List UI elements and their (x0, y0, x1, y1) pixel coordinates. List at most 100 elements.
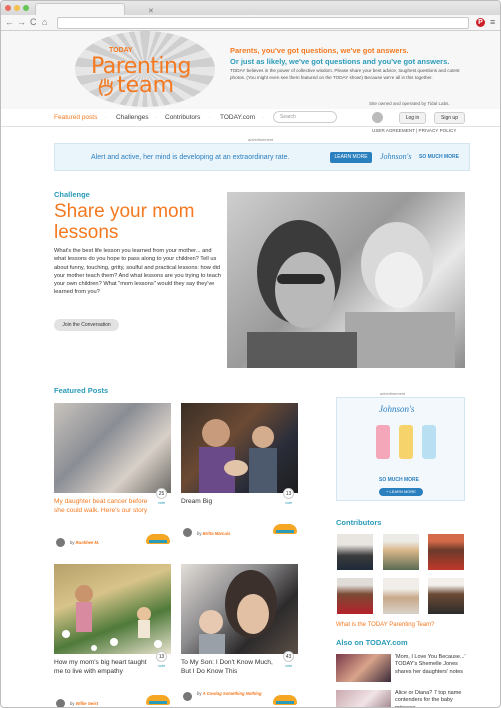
vote-link[interactable]: vote (285, 501, 292, 505)
contributor-photo[interactable] (383, 578, 419, 614)
user-avatar-icon[interactable] (372, 112, 383, 123)
related-article-image[interactable] (336, 690, 391, 707)
login-button[interactable]: Log in (399, 112, 426, 124)
ad-label: advertisement (248, 137, 274, 142)
tab-bar: ✕ (1, 1, 500, 15)
by-label: by (70, 540, 75, 545)
post-photo-figures (199, 419, 277, 493)
side-ad-label: advertisement (380, 391, 406, 396)
post-title[interactable]: Dream Big (181, 498, 279, 507)
contributor-photo[interactable] (337, 534, 373, 570)
nav-contributors[interactable]: Contributors (165, 114, 200, 121)
today-badge-icon (273, 695, 297, 705)
author-name[interactable]: Willie Geist (76, 701, 99, 706)
by-label: by (197, 531, 202, 536)
about-parenting-team-link[interactable]: What is the TODAY Parenting Team? (336, 622, 435, 628)
author-name[interactable]: Ruokhee M. (76, 540, 100, 545)
minimize-window-icon[interactable] (14, 5, 20, 11)
reload-icon[interactable]: C (30, 17, 37, 28)
top-ad-brand[interactable]: Johnson's (380, 152, 412, 161)
author-name[interactable]: Britta Marcais (203, 531, 231, 536)
author-avatar[interactable] (56, 699, 65, 707)
vote-link[interactable]: vote (285, 664, 292, 668)
side-ad-slogan[interactable]: SO MUCH MORE (379, 477, 419, 483)
header-description: TODAY believes in the power of collectiv… (230, 68, 460, 80)
nav-separator: · (155, 114, 158, 121)
author-avatar[interactable] (56, 538, 65, 547)
top-ad-learn-more-button[interactable]: LEARN MORE (330, 152, 372, 163)
nav-separator: · (105, 114, 108, 121)
author-avatar[interactable] (183, 692, 192, 701)
today-badge-icon (146, 534, 170, 544)
site-owner-note: Site owned and operated by Tidal Labs. (369, 101, 450, 106)
post-image[interactable] (54, 564, 171, 654)
vote-link[interactable]: vote (158, 501, 165, 505)
today-badge-icon (273, 524, 297, 534)
top-ad-slogan[interactable]: SO MUCH MORE (419, 154, 459, 160)
vote-link[interactable]: vote (158, 664, 165, 668)
contributor-photo[interactable] (428, 578, 464, 614)
today-badge-icon (146, 695, 170, 705)
post-author[interactable]: by A Cowing Something Nothing (197, 691, 267, 697)
nav-today-com[interactable]: TODAY.com (220, 114, 255, 121)
nav-featured-posts[interactable]: Featured posts (54, 114, 97, 121)
challenge-hero-photo[interactable] (227, 192, 465, 368)
related-article-title[interactable]: 'Mom, I Love You Because...' TODAY's She… (395, 654, 470, 676)
hero-photo-figures (247, 220, 455, 368)
vote-count-badge[interactable]: 13 (156, 651, 167, 662)
nav-challenges[interactable]: Challenges (116, 114, 149, 121)
related-article-image[interactable] (336, 654, 391, 682)
product-bottle-yellow (399, 425, 413, 459)
post-title[interactable]: My daughter beat cancer before she could… (54, 498, 152, 515)
browser-toolbar: ← → C ⌂ ☆ (1, 15, 500, 31)
address-bar[interactable]: ☆ (57, 17, 469, 29)
challenge-title[interactable]: Share your mom lessons (54, 201, 224, 243)
contributor-photo[interactable] (428, 534, 464, 570)
author-avatar[interactable] (183, 528, 192, 537)
featured-posts-title: Featured Posts (54, 386, 109, 395)
by-label: by (197, 691, 202, 696)
home-icon[interactable]: ⌂ (42, 17, 47, 28)
policy-links[interactable]: USER AGREEMENT | PRIVACY POLICY (372, 128, 456, 133)
post-author[interactable]: by Willie Geist (70, 701, 98, 706)
related-article-title[interactable]: Alice or Diana? 7 top name contenders fo… (395, 690, 470, 707)
tagline-secondary: Or just as likely, we've got questions a… (230, 57, 450, 66)
author-name[interactable]: A Cowing Something Nothing (203, 691, 262, 696)
close-window-icon[interactable] (5, 5, 11, 11)
vote-count-badge[interactable]: 25 (156, 488, 167, 499)
vote-count-badge[interactable]: 13 (283, 488, 294, 499)
also-on-today-title: Also on TODAY.com (336, 638, 408, 647)
side-ad-learn-more-button[interactable]: + LEARN MORE (379, 488, 423, 496)
by-label: by (70, 701, 75, 706)
browser-menu-icon[interactable]: ≡ (490, 17, 495, 27)
post-title[interactable]: How my mom's big heart taught me to live… (54, 659, 152, 676)
post-image[interactable] (181, 564, 298, 654)
nav-separator: · (262, 114, 265, 121)
browser-tab[interactable]: ✕ (35, 3, 154, 15)
forward-icon[interactable]: → (17, 17, 26, 28)
post-image[interactable] (181, 403, 298, 493)
close-tab-icon[interactable]: ✕ (148, 7, 154, 15)
vote-count-badge[interactable]: 43 (283, 651, 294, 662)
contributor-photo[interactable] (383, 534, 419, 570)
challenge-label: Challenge (54, 190, 90, 199)
logo-team-text[interactable]: team (117, 73, 174, 98)
pinterest-icon[interactable]: P (476, 18, 485, 27)
contributor-photo[interactable] (337, 578, 373, 614)
product-bottle-blue (422, 425, 436, 459)
back-icon[interactable]: ← (5, 17, 14, 28)
post-author[interactable]: by Ruokhee M. (70, 540, 99, 545)
search-input[interactable]: Search (273, 111, 337, 123)
side-ad-brand[interactable]: Johnson's (379, 404, 414, 414)
join-conversation-button[interactable]: Join the Conversation (54, 319, 119, 331)
browser-window: ✕ ← → C ⌂ ☆ P ≡ TODAY Parenting team Par… (0, 0, 501, 708)
signup-button[interactable]: Sign up (434, 112, 465, 124)
top-ad-text[interactable]: Alert and active, her mind is developing… (91, 154, 289, 161)
nav-separator: · (209, 114, 212, 121)
handprint-logo-icon (98, 78, 113, 96)
post-title[interactable]: To My Son: I Don't Know Much, But I Do K… (181, 659, 279, 676)
post-image[interactable] (54, 403, 171, 493)
maximize-window-icon[interactable] (23, 5, 29, 11)
logo-today-text[interactable]: TODAY (109, 47, 133, 54)
post-author[interactable]: by Britta Marcais (197, 531, 230, 536)
